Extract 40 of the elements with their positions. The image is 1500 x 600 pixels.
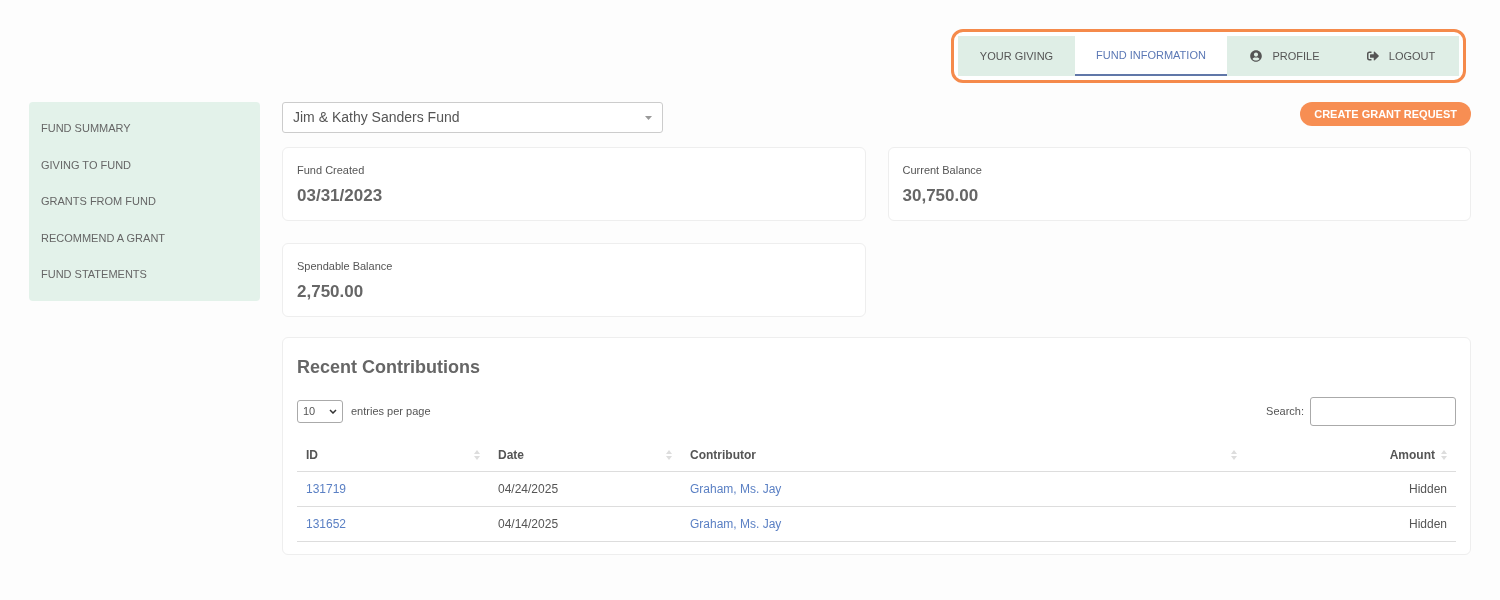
nav-tab[interactable]: YOUR GIVING [958,36,1075,76]
logout-icon [1366,50,1379,62]
table-cell-text: 04/24/2025 [498,481,559,498]
caret-icon [329,409,337,414]
stat-value: 03/31/2023 [297,184,384,207]
stat-label: Spendable Balance [297,259,394,274]
page-size-label: entries per page [351,404,431,420]
sidebar-item[interactable]: FUND STATEMENTS [29,256,260,293]
stat-label: Fund Created [297,163,366,178]
sidebar-item[interactable]: GRANTS FROM FUND [29,183,260,220]
section-title: Recent Contributions [297,356,481,379]
table-link[interactable]: 131652 [306,515,347,533]
nav-tab[interactable]: LOGOUT [1343,36,1459,76]
column-header[interactable]: Amount [1389,445,1435,464]
stat-label: Current Balance [902,163,983,178]
fund-select[interactable]: Jim & Kathy Sanders Fund [282,102,663,133]
column-header[interactable]: Date [498,445,524,464]
table-link[interactable]: Graham, Ms. Jay [690,480,782,498]
column-header[interactable]: ID [306,445,318,464]
nav-tab[interactable]: PROFILE [1227,36,1343,76]
table-link[interactable]: 131719 [306,480,347,498]
sidebar-item[interactable]: FUND SUMMARY [29,110,260,147]
page-size-select[interactable]: 10 [297,400,343,423]
stat-value: 30,750.00 [902,184,980,207]
sort-icon [1441,448,1447,461]
user-icon [1250,50,1263,62]
table-cell-text: 04/14/2025 [498,516,559,533]
column-header[interactable]: Contributor [690,445,756,464]
sidebar-item[interactable]: RECOMMEND A GRANT [29,219,260,257]
sidebar-item[interactable]: GIVING TO FUND [29,146,260,184]
sort-icon [666,448,672,461]
table-cell-text: Hidden [1408,516,1447,533]
stat-value: 2,750.00 [297,280,365,303]
table-cell-text: Hidden [1408,481,1447,498]
sort-icon [474,448,480,461]
table-link[interactable]: Graham, Ms. Jay [690,515,782,533]
search-label: Search: [1266,404,1304,420]
sort-icon [1231,448,1237,461]
caret-icon [645,115,652,120]
search-field[interactable] [1310,397,1456,426]
